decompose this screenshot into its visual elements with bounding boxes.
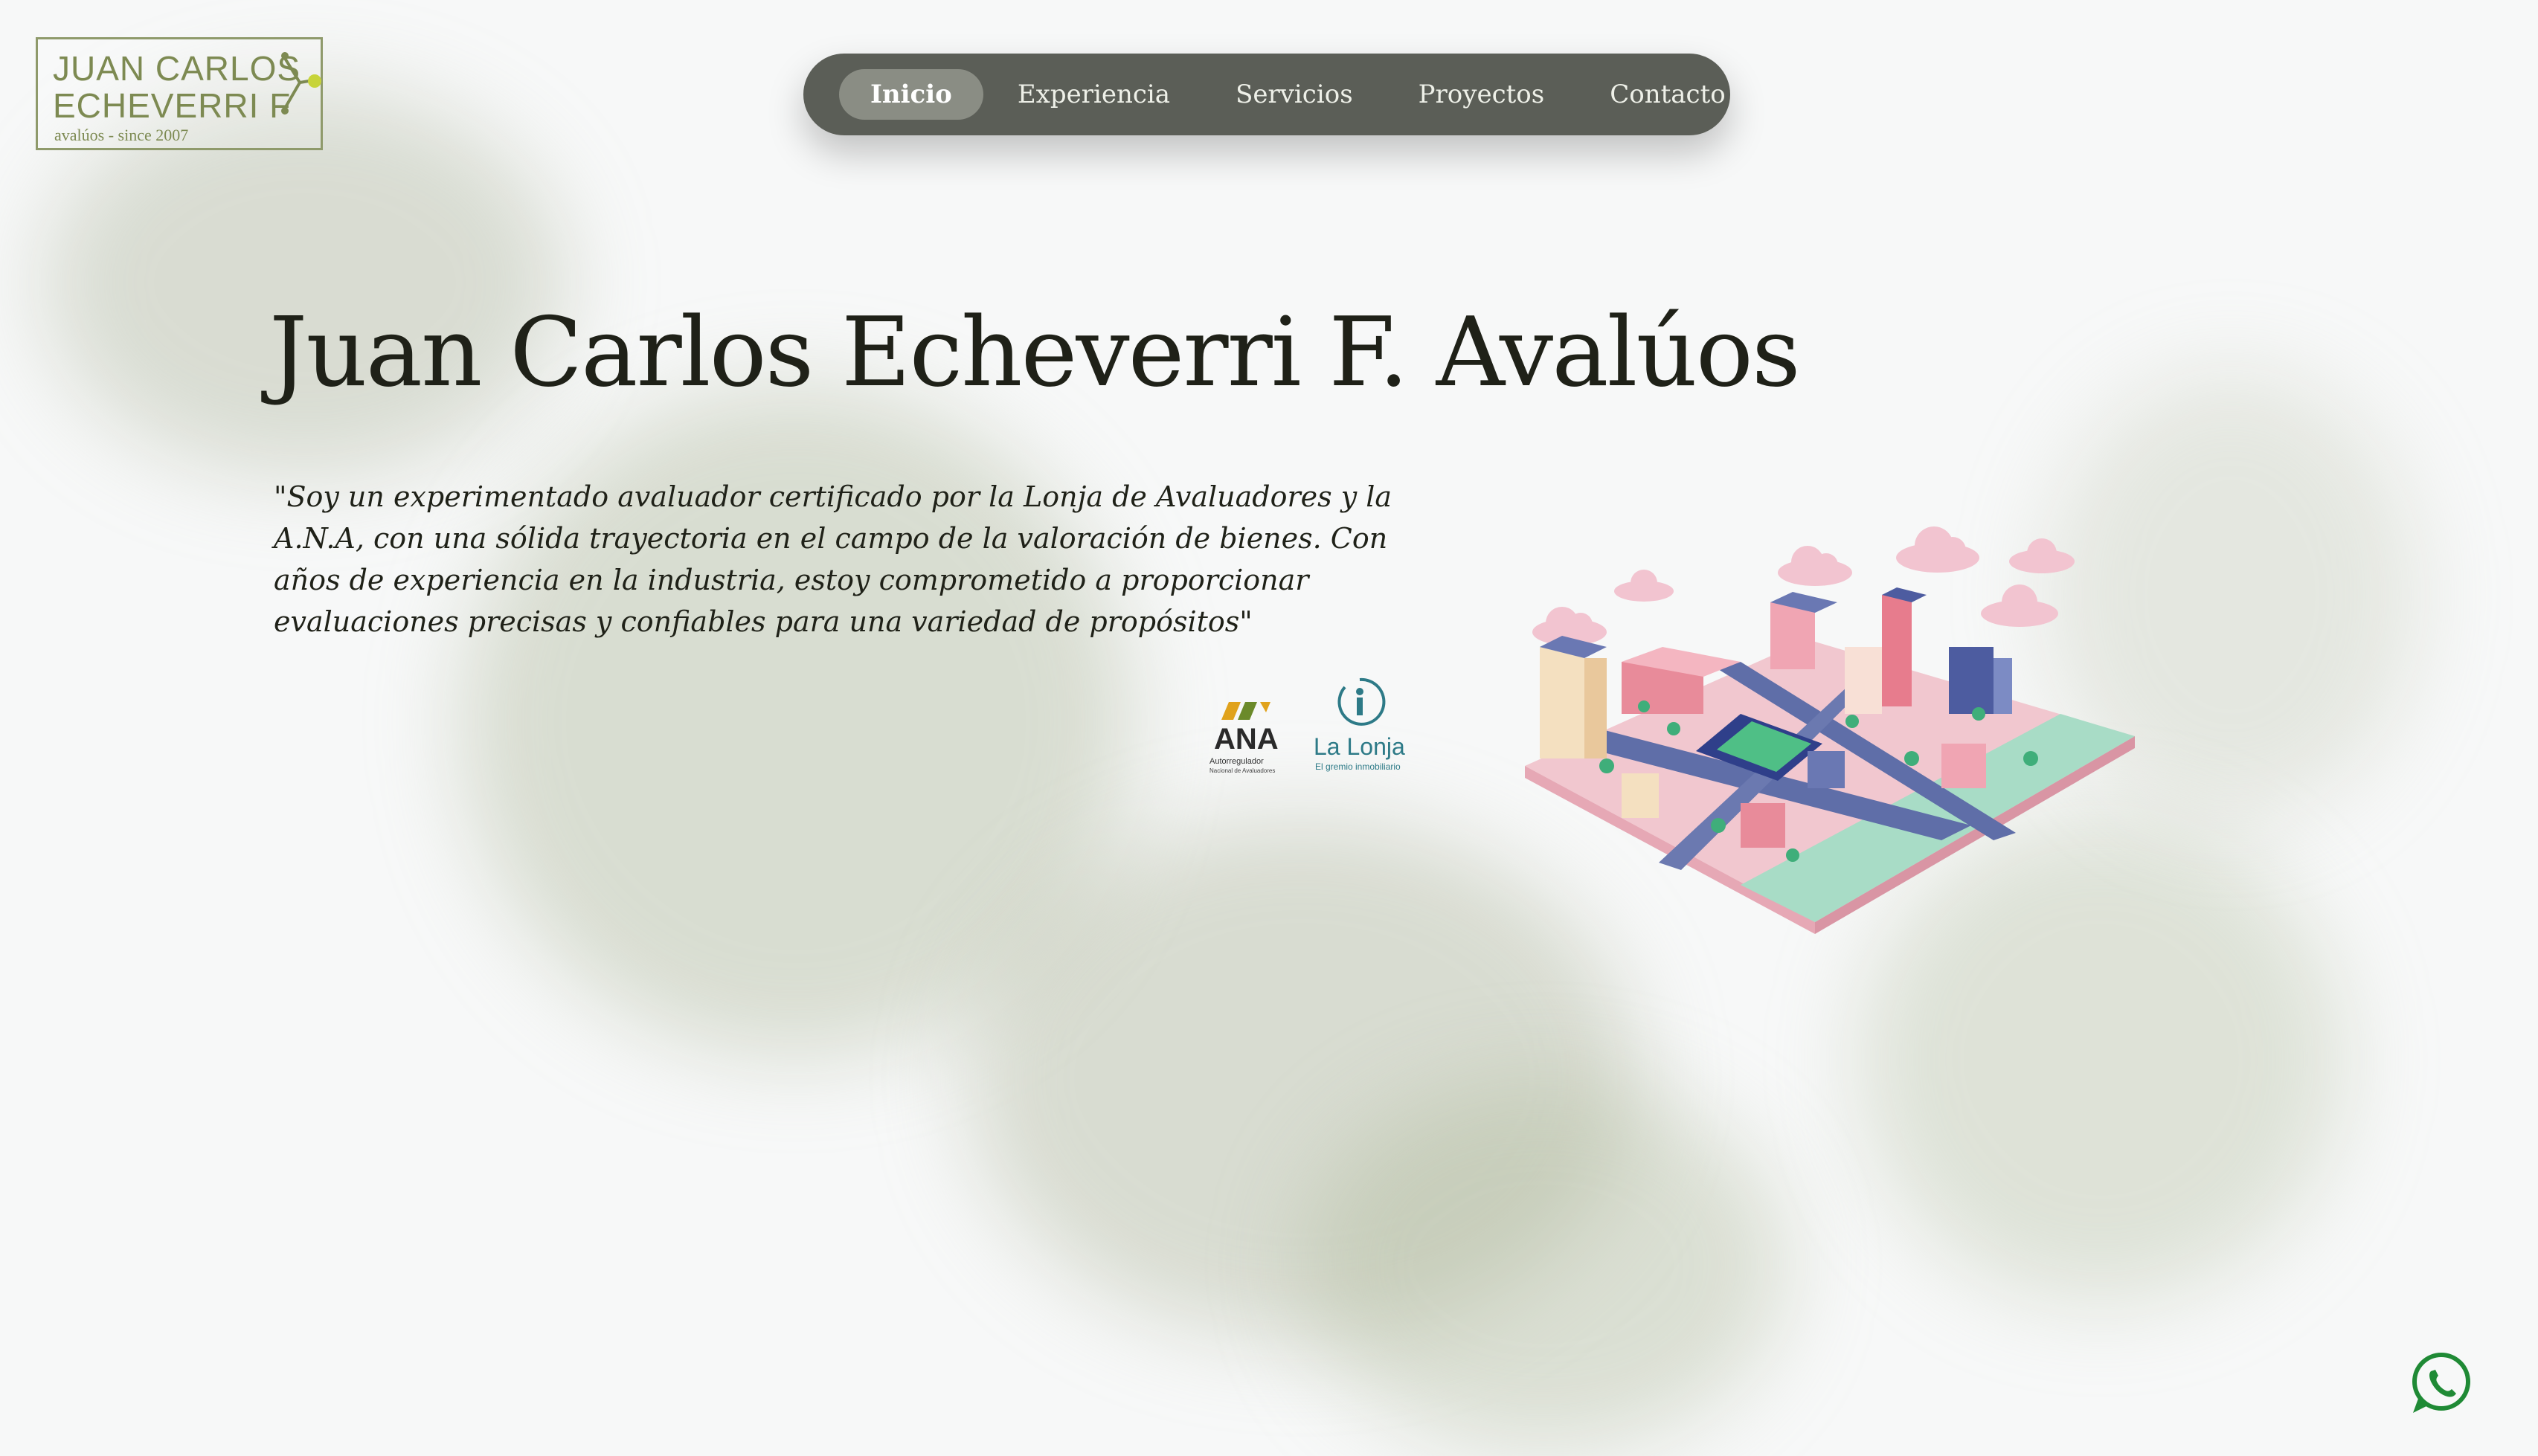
ana-subtitle2: Nacional de Avaluadores [1209,767,1276,774]
isometric-city-illustration [1525,526,2135,934]
nav-item-experiencia[interactable]: Experiencia [986,69,1201,120]
page-title: Juan Carlos Echeverri F. Avalúos [269,297,1801,408]
bg-blob [1302,1078,1785,1450]
la-lonja-logo: La Lonja El gremio inmobiliario [1314,675,1410,776]
logo-line1: JUAN CARLOS [53,49,301,88]
hero-quote: "Soy un experimentado avaluador certific… [274,480,1392,638]
nav-item-contacto[interactable]: Contacto [1578,69,1757,120]
whatsapp-icon [2412,1353,2470,1413]
logo-line2: ECHEVERRI F [53,86,292,125]
nav-item-inicio[interactable]: Inicio [839,69,983,120]
whatsapp-button[interactable] [2407,1350,2474,1417]
ana-subtitle: Autorregulador [1209,757,1264,766]
logo-mark-icon [281,52,321,115]
brand-logo[interactable]: JUAN CARLOS ECHEVERRI F avalúos - since … [36,37,323,150]
lonja-mark-icon [1337,677,1386,726]
lonja-subtitle: El gremio inmobiliario [1315,761,1401,772]
nav-item-servicios[interactable]: Servicios [1204,69,1384,120]
logo-tagline: avalúos - since 2007 [54,126,189,144]
main-nav: Inicio Experiencia Servicios Proyectos C… [803,54,1730,135]
nav-item-proyectos[interactable]: Proyectos [1387,69,1576,120]
ana-logo: ANA Autorregulador Nacional de Avaluador… [1207,693,1293,776]
lonja-name: La Lonja [1314,733,1405,760]
ana-name: ANA [1214,723,1279,756]
